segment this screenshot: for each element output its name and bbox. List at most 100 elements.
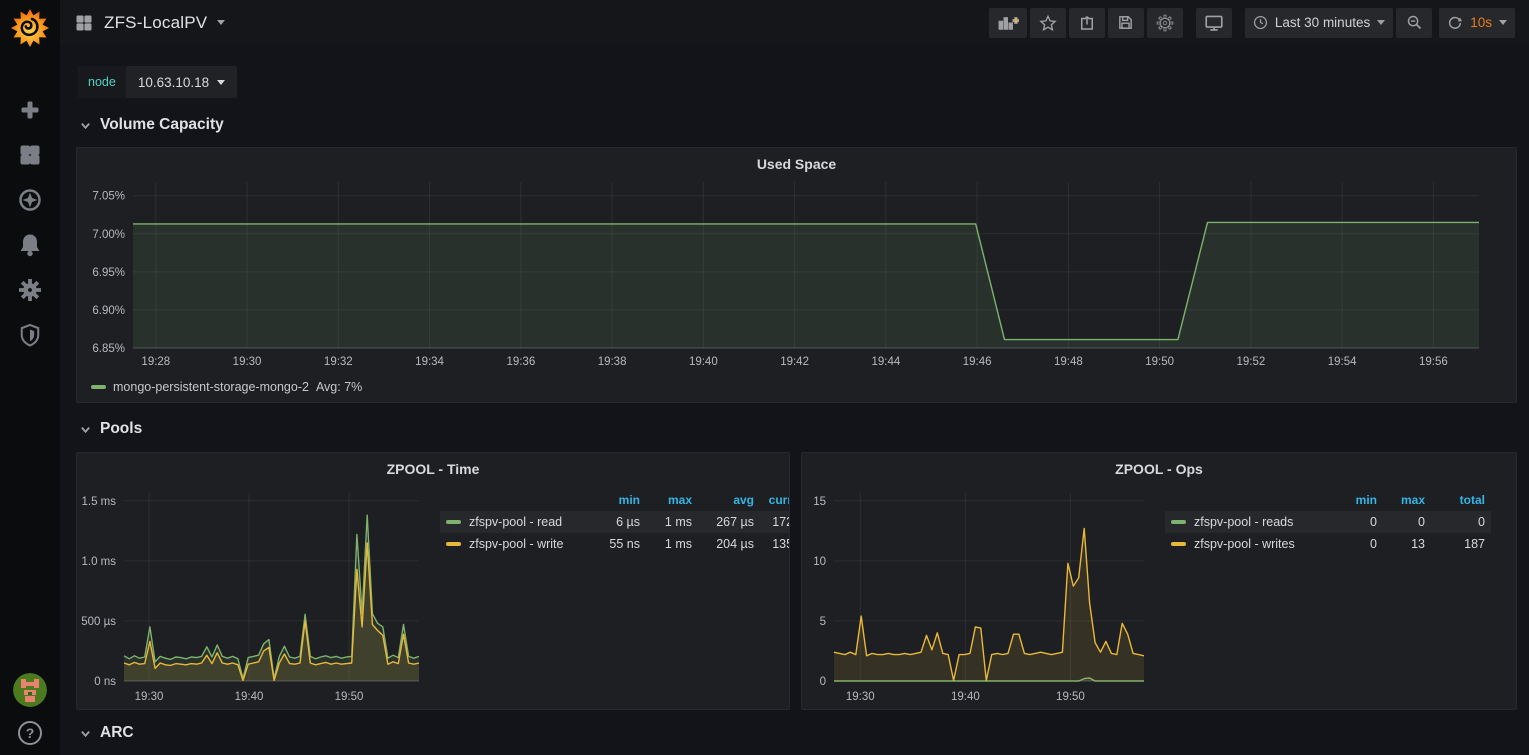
y-tick-label: 1.0 ms xyxy=(81,556,116,568)
panel-zpool-time: ZPOOL - Time 19:3019:4019:501.5 ms1.0 ms… xyxy=(76,452,790,710)
panel-zpool-ops: ZPOOL - Ops 19:3019:4019:50151050 minmax… xyxy=(801,452,1517,710)
x-tick-label: 19:36 xyxy=(506,356,535,368)
refresh-interval-label: 10s xyxy=(1470,15,1492,30)
x-tick-label: 19:40 xyxy=(689,356,718,368)
legend-column-header[interactable]: current xyxy=(760,491,789,511)
legend-stat-value: 0 xyxy=(1325,533,1383,555)
zpool-time-chart[interactable]: 19:3019:4019:501.5 ms1.0 ms500 µs0 ns xyxy=(81,483,433,707)
dashboard-settings-button[interactable] xyxy=(1147,8,1183,38)
x-tick-label: 19:30 xyxy=(135,691,164,703)
used-space-chart[interactable]: 19:2819:3019:3219:3419:3619:3819:4019:42… xyxy=(78,176,1517,372)
refresh-picker[interactable]: 10s xyxy=(1439,8,1515,38)
chevron-down-icon xyxy=(80,120,91,131)
legend-stat-value: 1 ms xyxy=(646,511,698,533)
cycle-view-mode-button[interactable] xyxy=(1196,8,1232,38)
legend-series-name[interactable]: zfspv-pool - writes xyxy=(1165,537,1319,551)
compass-icon xyxy=(18,188,42,212)
legend-series-name[interactable]: zfspv-pool - read xyxy=(440,515,584,529)
y-tick-label: 500 µs xyxy=(81,616,116,628)
sidebar: ? xyxy=(0,0,60,755)
user-avatar[interactable] xyxy=(13,673,47,707)
legend-row: zfspv-pool - reads000 xyxy=(1165,511,1491,533)
legend-swatch xyxy=(1171,520,1186,524)
add-panel-button[interactable] xyxy=(989,8,1027,38)
legend-column-header[interactable]: total xyxy=(1431,491,1491,511)
chevron-down-icon xyxy=(80,424,91,435)
save-dashboard-button[interactable] xyxy=(1108,8,1144,38)
legend-swatch xyxy=(446,520,461,524)
monitor-icon xyxy=(1204,14,1224,32)
legend-series-name[interactable]: zfspv-pool - write xyxy=(440,537,584,551)
save-icon xyxy=(1117,14,1134,31)
x-tick-label: 19:28 xyxy=(141,356,170,368)
legend-row: zfspv-pool - writes013187 xyxy=(1165,533,1491,555)
sidebar-item-alerting[interactable] xyxy=(16,231,44,259)
legend-stat-value: 55 ns xyxy=(590,533,646,555)
zpool-ops-legend: minmaxtotalzfspv-pool - reads000zfspv-po… xyxy=(1165,491,1506,581)
time-range-picker[interactable]: Last 30 minutes xyxy=(1245,8,1393,38)
legend-series-name[interactable]: mongo-persistent-storage-mongo-2 xyxy=(113,380,309,394)
legend-column-header[interactable]: min xyxy=(1325,491,1383,511)
legend-stat-value: 0 xyxy=(1383,511,1431,533)
section-arc[interactable]: ARC xyxy=(80,724,134,742)
sidebar-item-explore[interactable] xyxy=(16,186,44,214)
share-icon xyxy=(1078,14,1096,32)
legend-column-header[interactable]: max xyxy=(646,491,698,511)
legend-table: minmaxavgcurrentzfspv-pool - read6 µs1 m… xyxy=(440,491,789,555)
section-title: Pools xyxy=(100,420,142,438)
section-volume-capacity[interactable]: Volume Capacity xyxy=(80,116,224,134)
x-tick-label: 19:50 xyxy=(335,691,364,703)
legend-column-header[interactable]: max xyxy=(1383,491,1431,511)
x-tick-label: 19:40 xyxy=(951,691,980,703)
dashboard-title-dropdown[interactable]: ZFS-LocalPV xyxy=(74,13,225,33)
series-area xyxy=(133,222,1479,348)
line-chart-svg: 19:3019:4019:501.5 ms1.0 ms500 µs0 ns xyxy=(81,483,433,707)
panel-title-zpool-time[interactable]: ZPOOL - Time xyxy=(77,461,789,477)
legend-stat-value: 13 xyxy=(1383,533,1431,555)
magnifier-icon xyxy=(1406,14,1423,31)
node-variable-dropdown[interactable]: 10.63.10.18 xyxy=(126,66,237,98)
share-dashboard-button[interactable] xyxy=(1069,8,1105,38)
create-button[interactable] xyxy=(16,96,44,124)
x-tick-label: 19:32 xyxy=(324,356,353,368)
series-area xyxy=(834,528,1144,681)
x-tick-label: 19:56 xyxy=(1419,356,1448,368)
sidebar-item-configuration[interactable] xyxy=(16,276,44,304)
x-tick-label: 19:50 xyxy=(1056,691,1085,703)
panel-title-zpool-ops[interactable]: ZPOOL - Ops xyxy=(802,461,1516,477)
x-tick-label: 19:30 xyxy=(846,691,875,703)
legend-stat-value: 1 ms xyxy=(646,533,698,555)
y-tick-label: 6.95% xyxy=(92,267,125,279)
y-tick-label: 6.85% xyxy=(92,343,125,355)
x-tick-label: 19:42 xyxy=(780,356,809,368)
sidebar-item-dashboards[interactable] xyxy=(16,141,44,169)
help-button[interactable]: ? xyxy=(18,721,42,745)
legend-stat-value: 0 xyxy=(1431,511,1491,533)
x-tick-label: 19:50 xyxy=(1145,356,1174,368)
line-chart-svg: 19:3019:4019:50151050 xyxy=(806,483,1158,707)
panel-title-used-space[interactable]: Used Space xyxy=(77,156,1516,172)
gear-icon xyxy=(1156,14,1174,32)
sidebar-item-server-admin[interactable] xyxy=(16,321,44,349)
used-space-legend: mongo-persistent-storage-mongo-2 Avg: 7% xyxy=(91,380,362,394)
legend-column-header[interactable]: min xyxy=(590,491,646,511)
dashboard-grid-icon xyxy=(74,13,94,33)
legend-swatch xyxy=(1171,542,1186,546)
legend-column-header[interactable]: avg xyxy=(698,491,760,511)
gear-icon xyxy=(18,278,42,302)
navbar-actions: Last 30 minutes 10s xyxy=(986,8,1515,38)
refresh-icon xyxy=(1447,15,1463,31)
star-dashboard-button[interactable] xyxy=(1030,8,1066,38)
grafana-logo[interactable] xyxy=(10,8,50,48)
zpool-ops-chart[interactable]: 19:3019:4019:50151050 xyxy=(806,483,1158,707)
bell-icon xyxy=(19,233,41,257)
zoom-out-time-button[interactable] xyxy=(1396,8,1432,38)
legend-stat-value: 0 xyxy=(1325,511,1383,533)
avatar-image xyxy=(13,673,47,707)
legend-series-name[interactable]: zfspv-pool - reads xyxy=(1165,515,1319,529)
legend-stat-value: 267 µs xyxy=(698,511,760,533)
section-pools[interactable]: Pools xyxy=(80,420,142,438)
section-title: Volume Capacity xyxy=(100,116,224,134)
clock-icon xyxy=(1253,15,1268,30)
y-tick-label: 7.05% xyxy=(92,191,125,203)
